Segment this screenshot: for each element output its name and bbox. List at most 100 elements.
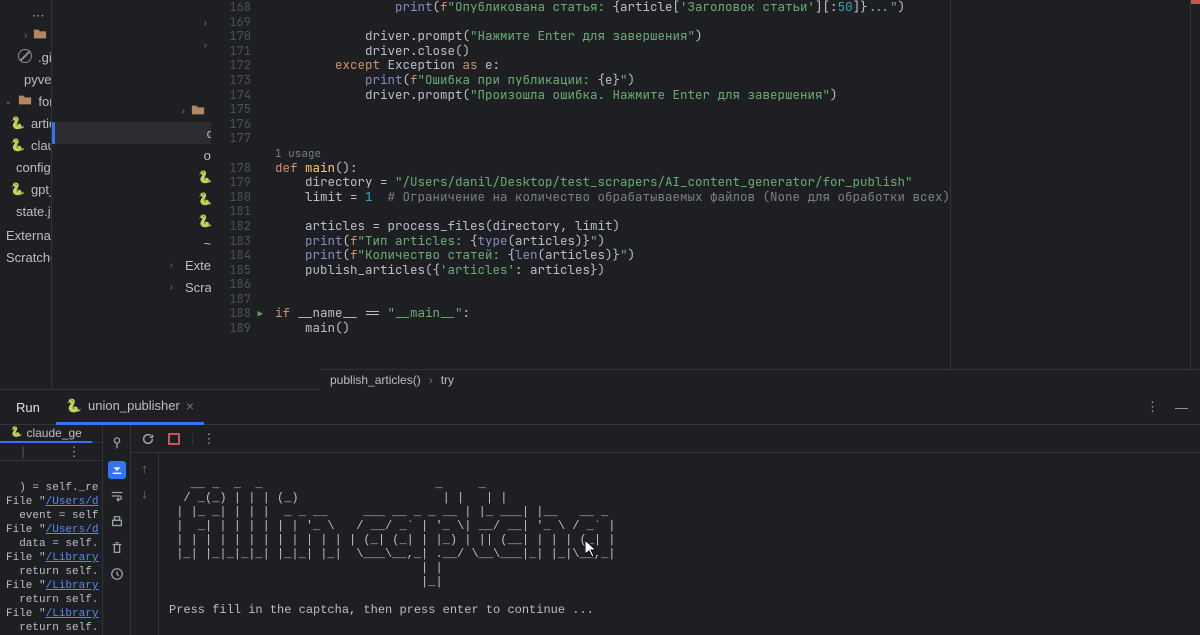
tree-item-label: .gitigno: [38, 50, 52, 65]
tree-item[interactable]: state.json: [0, 200, 51, 222]
traceback-output[interactable]: ) = self._re File "/Users/d event = self…: [0, 461, 103, 635]
project-tree-left[interactable]: ⋯ ›lib.gitignopyvenv.⌄for_publis🐍article…: [0, 0, 52, 389]
chevron-icon: ›: [24, 30, 27, 41]
error-marker[interactable]: [1191, 0, 1200, 4]
tree-item[interactable]: config.env: [52, 122, 211, 144]
tree-item-label: state.json: [16, 204, 52, 219]
run-config-tab[interactable]: 🐍 union_publisher ×: [56, 390, 204, 425]
code-line[interactable]: driver.prompt("Произошла ошибка. Нажмите…: [275, 88, 950, 103]
clock-icon[interactable]: [108, 565, 126, 583]
sep-icon: |: [21, 444, 24, 459]
tree-item-label: for_publis: [38, 94, 51, 109]
more-icon[interactable]: ⋯: [32, 8, 45, 24]
code-line[interactable]: limit = 1 # Ограничение на количество об…: [275, 190, 950, 205]
console-prompt: Press fill in the captcha, then press en…: [169, 603, 594, 617]
breadcrumb-fn[interactable]: publish_articles(): [330, 373, 421, 387]
python-icon: 🐍: [198, 192, 211, 206]
error-stripe[interactable]: [1190, 0, 1200, 389]
tree-item[interactable]: ~$output.xlsx: [52, 232, 211, 254]
chevron-right-icon: ›: [170, 282, 173, 293]
left-log-tab[interactable]: 🐍 claude_ge: [0, 425, 92, 443]
scratches-label: Scratches and Consoles: [185, 280, 211, 295]
tree-item[interactable]: 🐍union_publisher.py: [52, 210, 211, 232]
run-tool-window: Run 🐍 union_publisher × ⋮ — 🐍 claude_ge …: [0, 389, 1200, 606]
left-log-tab-label: claude_ge: [26, 426, 81, 440]
code-line[interactable]: [275, 102, 950, 117]
tree-item-label: config.env: [16, 160, 52, 175]
code-line[interactable]: print(f"Опубликована статья: {article['З…: [275, 0, 950, 15]
print-icon[interactable]: [108, 513, 126, 531]
tree-item[interactable]: ⌄ for_publis: [0, 90, 51, 112]
folder-icon: [18, 93, 32, 110]
tree-item-label: output.xlsx: [204, 148, 211, 163]
down-arrow-icon[interactable]: ↓: [141, 486, 148, 501]
tree-item[interactable]: config.env: [0, 156, 51, 178]
tree-item[interactable]: 🐍 claude_ger: [0, 134, 51, 156]
up-arrow-icon[interactable]: ↑: [141, 461, 148, 476]
code-line[interactable]: [275, 277, 950, 292]
breadcrumb[interactable]: publish_articles() › try: [320, 369, 1200, 390]
code-line[interactable]: publish_articles({'articles': articles}): [275, 263, 950, 278]
code-editor[interactable]: 1681691701711721731741751761771781791801…: [211, 0, 1200, 389]
delete-icon[interactable]: [108, 539, 126, 557]
project-tree-popup[interactable]: ›include›lib.gitignorepyvenv.cfg›error_l…: [52, 0, 211, 389]
stop-icon[interactable]: [165, 430, 183, 448]
minimize-icon[interactable]: —: [1171, 400, 1192, 415]
external-libraries[interactable]: External Libr: [0, 224, 51, 246]
python-icon: 🐍: [10, 427, 22, 438]
more-vert-icon[interactable]: ⋮: [68, 444, 81, 460]
step-icon[interactable]: [108, 435, 126, 453]
run-tab-label: union_publisher: [88, 398, 180, 413]
chevron-icon: ›: [204, 40, 207, 51]
tree-item[interactable]: ›lib: [52, 34, 211, 56]
python-icon: 🐍: [10, 138, 25, 152]
breadcrumb-part[interactable]: try: [441, 373, 454, 387]
code-line[interactable]: main(): [275, 321, 950, 336]
tree-item[interactable]: 🐍RPA_publisher.py: [52, 188, 211, 210]
folder-icon: [33, 27, 47, 44]
more-vert-icon[interactable]: ⋮: [1142, 399, 1163, 415]
tree-item[interactable]: 🐍process_txt_files.py: [52, 166, 211, 188]
chevron-icon: ›: [182, 106, 185, 117]
tree-item[interactable]: pyvenv.: [0, 68, 51, 90]
run-gutter-icon[interactable]: ▶: [258, 307, 263, 322]
ascii-art: __ _ _ _ _ _ / _(_) | | | (_) | | | | | …: [169, 477, 615, 589]
tree-item[interactable]: 🐍article_the: [0, 112, 51, 134]
close-icon[interactable]: ×: [186, 398, 194, 414]
rerun-icon[interactable]: [139, 430, 157, 448]
chevron-icon: ⌄: [4, 96, 12, 107]
tree-item[interactable]: 🐍gpt_gen_a: [0, 178, 51, 200]
external-libraries-label: External Libraries: [185, 258, 211, 273]
tree-item[interactable]: .gitigno: [0, 46, 51, 68]
tree-item-label: claude_ger: [31, 138, 52, 153]
chevron-icon: ›: [204, 18, 207, 29]
python-icon: 🐍: [198, 170, 211, 184]
python-icon: 🐍: [66, 398, 82, 414]
external-libraries-mid[interactable]: › External Libraries: [52, 254, 211, 276]
code-line[interactable]: if __name__ == "__main__":: [275, 306, 950, 321]
soft-wrap-icon[interactable]: [108, 487, 126, 505]
run-title: Run: [8, 400, 48, 415]
more-vert-icon[interactable]: ⋮: [202, 431, 215, 447]
scratches-label: Scratches and: [6, 250, 52, 265]
line-gutter[interactable]: 1681691701711721731741751761771781791801…: [211, 0, 261, 389]
tree-item[interactable]: output.xlsx: [52, 144, 211, 166]
tree-item[interactable]: pyvenv.cfg: [52, 78, 211, 100]
code-content[interactable]: print(f"Опубликована статья: {article['З…: [261, 0, 950, 389]
tree-item[interactable]: ›include: [52, 12, 211, 34]
folder-icon: [191, 103, 205, 120]
tree-item[interactable]: ›error_logs: [52, 100, 211, 122]
code-line[interactable]: 1 usage: [275, 146, 950, 161]
tree-item-label: pyvenv.: [24, 72, 52, 87]
scratches[interactable]: Scratches and: [0, 246, 51, 268]
code-line[interactable]: [275, 131, 950, 146]
tree-item-label: article_the: [31, 116, 52, 131]
code-line[interactable]: [275, 117, 950, 132]
chevron-right-icon: ›: [170, 260, 173, 271]
python-icon: 🐍: [10, 182, 25, 196]
scroll-to-end-icon[interactable]: [108, 461, 126, 479]
scratches-mid[interactable]: › Scratches and Consoles: [52, 276, 211, 298]
console-output[interactable]: __ _ _ _ _ _ / _(_) | | | (_) | | | | | …: [159, 453, 1200, 635]
tree-item[interactable]: ›lib: [0, 24, 51, 46]
tree-item[interactable]: .gitignore: [52, 56, 211, 78]
